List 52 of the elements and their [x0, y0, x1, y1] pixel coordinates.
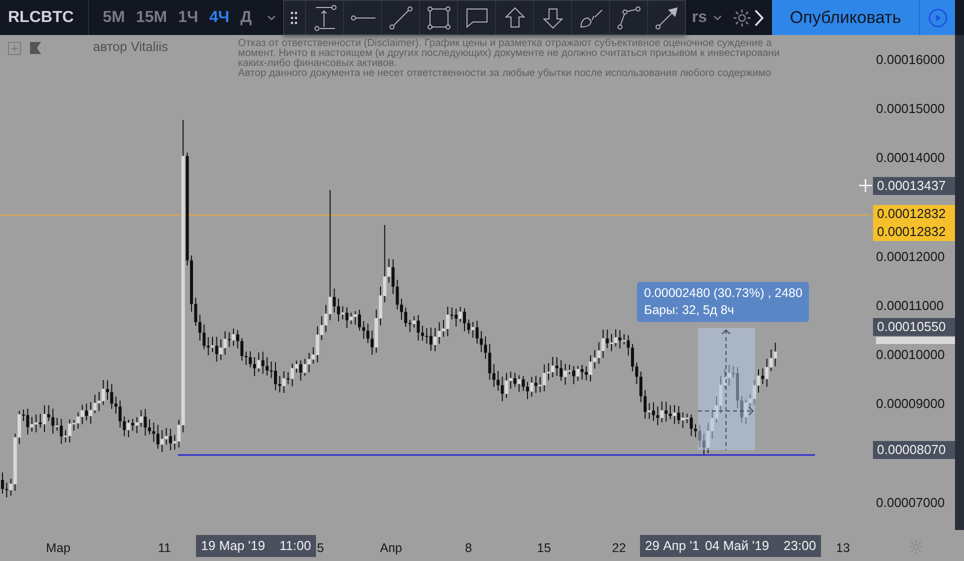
- price-tick: 0.00007000: [876, 494, 945, 510]
- price-label: 0.00012832: [873, 223, 955, 241]
- price-label: 0.00010550: [873, 318, 955, 336]
- scrollbar[interactable]: [955, 35, 964, 530]
- indicator-label[interactable]: rs: [692, 8, 707, 26]
- flag-icon[interactable]: [30, 42, 41, 54]
- price-label: 0.00012832: [873, 205, 955, 223]
- plus-icon[interactable]: [859, 179, 872, 192]
- time-tick: 15: [537, 541, 551, 555]
- price-tick: 0.00009000: [876, 396, 945, 412]
- time-tick: 5: [317, 541, 324, 555]
- horizontal-ray-icon: [350, 14, 376, 20]
- author-label: автор Vitaliis: [93, 39, 168, 54]
- publish-button[interactable]: Опубликовать: [772, 0, 919, 35]
- interval-tab[interactable]: Д: [236, 8, 256, 26]
- price-tick: 0.00014000: [876, 150, 945, 166]
- interval-tab[interactable]: 1Ч: [174, 8, 202, 26]
- price-tick: 0.00016000: [876, 52, 945, 67]
- time-tick: Апр: [380, 541, 402, 555]
- rectangle-icon: [426, 4, 452, 30]
- arrow-line-icon: [654, 4, 680, 30]
- measure-price-text: 0.00002480 (30.73%) , 2480: [644, 285, 802, 302]
- interval-tab[interactable]: 5M: [98, 8, 129, 26]
- price-label: 0.00008070: [873, 441, 955, 459]
- settings-icon[interactable]: [732, 8, 752, 28]
- price-range-icon: [312, 4, 338, 30]
- measure-bars-text: Бары: 32, 5д 8ч: [644, 302, 736, 319]
- chevron-right-icon[interactable]: [754, 8, 764, 26]
- time-tick: 11: [158, 541, 171, 555]
- trend-line-icon: [388, 4, 414, 30]
- interval-tab[interactable]: 4Ч: [205, 8, 234, 26]
- time-label: 19 Мар '19 11:00: [196, 535, 316, 557]
- disclaimer-text: момент. Ничто в настоящем (и других последующих) документе не должно считаться призывом к инвестировани: [238, 49, 780, 59]
- time-tick: Мар: [46, 541, 70, 555]
- price-tick: 0.00012000: [876, 248, 945, 264]
- price-tick: 0.00011000: [876, 298, 944, 313]
- interval-tab[interactable]: 15M: [132, 8, 172, 26]
- price-label: 0.00013437: [873, 177, 955, 195]
- grip-icon[interactable]: [290, 10, 298, 24]
- price-tick: 0.00015000: [876, 101, 945, 116]
- time-tick: 8: [465, 541, 472, 555]
- play-icon: [928, 8, 948, 28]
- caret-icon[interactable]: [266, 14, 276, 20]
- time-tick: 13: [836, 541, 850, 555]
- path-icon: [616, 4, 642, 30]
- caret-icon[interactable]: [713, 14, 722, 20]
- time-tick: 22: [612, 541, 626, 555]
- disclaimer-text: Автор данного документа не несет ответственности за любые убытки после использования любого содержимо: [238, 69, 772, 79]
- disclaimer-text: каких-либо финансовых активов.: [238, 59, 397, 69]
- disclaimer-text: Отказ от ответственности (Disclaimer). График цены и разметка отражают субъективное оценочное суждение а: [238, 39, 773, 49]
- symbol-name[interactable]: RLCBTC: [0, 8, 88, 26]
- price-tick: 0.00010000: [876, 347, 945, 362]
